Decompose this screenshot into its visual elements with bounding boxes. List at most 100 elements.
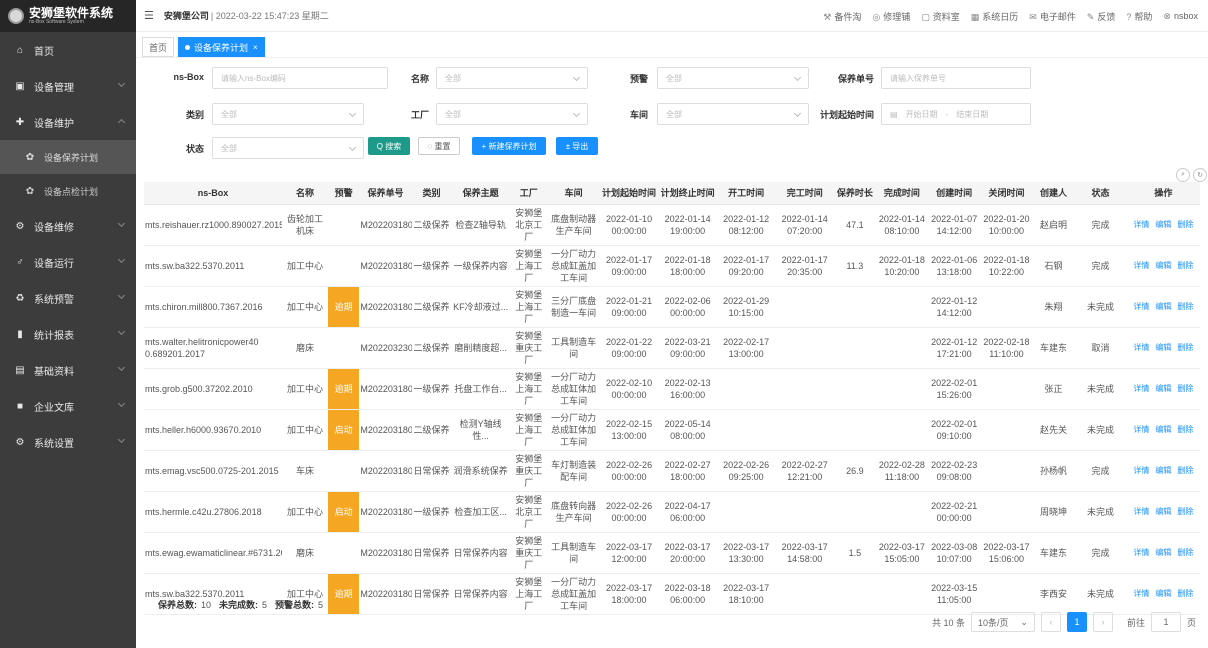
detail-link[interactable]: 详情 bbox=[1133, 547, 1149, 559]
table-cell bbox=[875, 286, 929, 328]
refresh-icon[interactable]: ↻ bbox=[1193, 168, 1207, 182]
detail-link[interactable]: 详情 bbox=[1133, 465, 1149, 477]
chevron-icon bbox=[117, 118, 126, 127]
detail-link[interactable]: 详情 bbox=[1133, 506, 1149, 518]
goto-page-input[interactable]: 1 bbox=[1150, 612, 1181, 632]
table-cell: 2022-01-14 08:10:00 bbox=[875, 204, 929, 246]
edit-link[interactable]: 编辑 bbox=[1155, 342, 1171, 354]
next-page-button[interactable]: › bbox=[1092, 612, 1113, 632]
delete-link[interactable]: 删除 bbox=[1177, 588, 1193, 600]
top-link-calendar[interactable]: ▦ 系统日历 bbox=[971, 10, 1019, 23]
delete-link[interactable]: 删除 bbox=[1177, 465, 1193, 477]
edit-link[interactable]: 编辑 bbox=[1155, 219, 1171, 231]
export-button[interactable]: ± 导出 bbox=[556, 137, 598, 155]
filter-date-range[interactable]: ▤ 开始日期 - 结束日期 bbox=[881, 103, 1031, 125]
delete-link[interactable]: 删除 bbox=[1177, 219, 1193, 231]
edit-link[interactable]: 编辑 bbox=[1155, 260, 1171, 272]
top-link-data-room[interactable]: ▢ 资料室 bbox=[921, 10, 960, 23]
search-toggle-icon[interactable]: ⌕ bbox=[1176, 168, 1190, 182]
page-size-value: 10条/页 bbox=[977, 617, 1009, 628]
summary-warn-value: 5 bbox=[318, 600, 324, 610]
row-actions: 详情 编辑 删除 bbox=[1126, 491, 1200, 533]
top-link-email[interactable]: ✉ 电子邮件 bbox=[1029, 10, 1076, 23]
sidebar-item-stat-report[interactable]: ▮ 统计报表 bbox=[0, 316, 136, 352]
sidebar-item-device-repair[interactable]: ⚙ 设备维修 bbox=[0, 208, 136, 244]
detail-link[interactable]: 详情 bbox=[1133, 260, 1149, 272]
current-datetime: | 2022-03-22 15:47:23 星期二 bbox=[210, 11, 329, 21]
sidebar-item-home[interactable]: ⌂ 首页 bbox=[0, 32, 136, 68]
filter-status-select[interactable]: 全部 bbox=[212, 137, 364, 159]
filter-nsbox-label: ns-Box bbox=[173, 72, 204, 82]
filter-factory-select[interactable]: 全部 bbox=[436, 103, 588, 125]
filter-no-input[interactable]: 请输入保养单号 bbox=[881, 67, 1031, 89]
edit-link[interactable]: 编辑 bbox=[1155, 588, 1171, 600]
top-link-user-menu[interactable]: ⊗ nsbox bbox=[1163, 11, 1198, 22]
edit-link[interactable]: 编辑 bbox=[1155, 383, 1171, 395]
filter-name-select[interactable]: 全部 bbox=[436, 67, 588, 89]
new-plan-button[interactable]: + 新建保养计划 bbox=[472, 137, 546, 155]
table-cell: 安狮堡上海工厂 bbox=[509, 368, 548, 410]
table-cell: 检查Z轴导轨 bbox=[451, 204, 510, 246]
table-cell: 加工中心 bbox=[282, 491, 328, 533]
date-start[interactable]: 开始日期 bbox=[906, 109, 938, 120]
table-cell bbox=[716, 368, 776, 410]
tab-maintenance-plan[interactable]: 设备保养计划 × bbox=[178, 37, 265, 57]
delete-link[interactable]: 删除 bbox=[1177, 506, 1193, 518]
detail-link[interactable]: 详情 bbox=[1133, 342, 1149, 354]
edit-link[interactable]: 编辑 bbox=[1155, 424, 1171, 436]
sidebar-item-basic-data[interactable]: ▤ 基础资料 bbox=[0, 352, 136, 388]
edit-link[interactable]: 编辑 bbox=[1155, 465, 1171, 477]
filter-shop-select[interactable]: 全部 bbox=[657, 103, 809, 125]
delete-link[interactable]: 删除 bbox=[1177, 424, 1193, 436]
menu-toggle-icon[interactable]: ☰ bbox=[144, 9, 154, 22]
table-cell: 安狮堡上海工厂 bbox=[509, 245, 548, 287]
prev-page-button[interactable]: ‹ bbox=[1040, 612, 1061, 632]
table-cell: 检查加工区... bbox=[451, 491, 510, 533]
detail-link[interactable]: 详情 bbox=[1133, 424, 1149, 436]
table-cell: 加工中心 bbox=[282, 368, 328, 410]
table-cell bbox=[775, 286, 834, 328]
sidebar-item-device-management[interactable]: ▣ 设备管理 bbox=[0, 68, 136, 104]
table-cell: 2022-03-17 14:58:00 bbox=[775, 532, 834, 574]
detail-link[interactable]: 详情 bbox=[1133, 588, 1149, 600]
sidebar-item-system-settings[interactable]: ⚙ 系统设置 bbox=[0, 424, 136, 460]
table-cell: 2022-03-17 18:10:00 bbox=[716, 573, 776, 615]
app-logo[interactable]: 安狮堡软件系统 ns-Box Software System bbox=[0, 0, 136, 32]
detail-link[interactable]: 详情 bbox=[1133, 301, 1149, 313]
top-link-help[interactable]: ? 帮助 bbox=[1126, 10, 1152, 23]
top-link-feedback[interactable]: ✎ 反馈 bbox=[1087, 10, 1116, 23]
filter-warn-select[interactable]: 全部 bbox=[657, 67, 809, 89]
delete-link[interactable]: 删除 bbox=[1177, 547, 1193, 559]
reset-button[interactable]: ◌ 重置 bbox=[418, 137, 460, 155]
sidebar-item-inspection-plan[interactable]: ✿ 设备点检计划 bbox=[0, 174, 136, 208]
search-button[interactable]: Q 搜索 bbox=[368, 137, 410, 155]
tab-home[interactable]: 首页 bbox=[142, 37, 175, 57]
sidebar-item-device-maintenance[interactable]: ✚ 设备维护 bbox=[0, 104, 136, 140]
delete-link[interactable]: 删除 bbox=[1177, 301, 1193, 313]
top-link-spare-parts[interactable]: ⚒ 备件淘 bbox=[823, 10, 861, 23]
sidebar-item-system-alert[interactable]: ♻ 系统预警 bbox=[0, 280, 136, 316]
edit-link[interactable]: 编辑 bbox=[1155, 547, 1171, 559]
edit-link[interactable]: 编辑 bbox=[1155, 301, 1171, 313]
table-cell bbox=[980, 409, 1033, 451]
sidebar-item-maintenance-plan[interactable]: ✿ 设备保养计划 bbox=[0, 140, 136, 174]
delete-link[interactable]: 删除 bbox=[1177, 383, 1193, 395]
page-size-select[interactable]: 10条/页 ⌄ bbox=[970, 612, 1035, 632]
row-actions: 详情 编辑 删除 bbox=[1126, 204, 1200, 246]
delete-link[interactable]: 删除 bbox=[1177, 260, 1193, 272]
sidebar: 安狮堡软件系统 ns-Box Software System ⌂ 首页 ▣ 设备管理 ✚… bbox=[0, 0, 136, 648]
close-tab-icon[interactable]: × bbox=[253, 43, 258, 52]
delete-link[interactable]: 删除 bbox=[1177, 342, 1193, 354]
sidebar-item-enterprise-library[interactable]: ■ 企业文库 bbox=[0, 388, 136, 424]
page-1-button[interactable]: 1 bbox=[1066, 612, 1087, 632]
detail-link[interactable]: 详情 bbox=[1133, 219, 1149, 231]
table-cell bbox=[328, 245, 360, 287]
top-link-repair-shop[interactable]: ◎ 修理铺 bbox=[872, 10, 910, 23]
detail-link[interactable]: 详情 bbox=[1133, 383, 1149, 395]
sidebar-item-device-operation[interactable]: ♂ 设备运行 bbox=[0, 244, 136, 280]
date-end[interactable]: 结束日期 bbox=[956, 109, 988, 120]
table-cell: 2022-01-17 09:00:00 bbox=[599, 245, 659, 287]
table-cell: 逾期 bbox=[328, 368, 360, 410]
filter-type-select[interactable]: 全部 bbox=[212, 103, 364, 125]
edit-link[interactable]: 编辑 bbox=[1155, 506, 1171, 518]
